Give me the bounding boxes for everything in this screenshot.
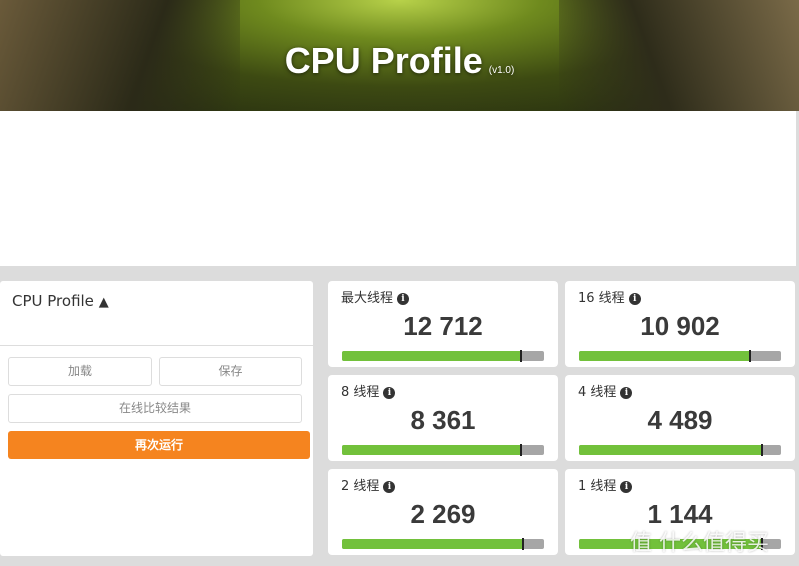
card-label-text: 16 线程 xyxy=(578,291,625,306)
header-banner: CPU Profile (v1.0) xyxy=(0,0,799,111)
score-card: 8 线程 i 8 361 xyxy=(328,375,558,461)
score-bar-fill xyxy=(579,445,761,455)
score-card: 4 线程 i 4 489 xyxy=(565,375,795,461)
score-bar xyxy=(579,444,781,456)
card-label: 1 线程 i xyxy=(578,475,633,494)
card-label-text: 1 线程 xyxy=(578,479,617,494)
score-bar-fill xyxy=(579,351,749,361)
score-card: 2 线程 i 2 269 xyxy=(328,469,558,555)
test-panel: CPU Profile ▲ 加载 保存 在线比较结果 再次运行 xyxy=(0,281,313,556)
run-again-button[interactable]: 再次运行 xyxy=(8,431,310,459)
card-label-text: 最大线程 xyxy=(341,291,394,306)
score-bar-fill xyxy=(342,445,520,455)
score-bar xyxy=(342,444,544,456)
save-button[interactable]: 保存 xyxy=(159,357,302,386)
info-icon[interactable]: i xyxy=(383,481,396,493)
score-bar-marker xyxy=(519,350,522,362)
score-bar-marker xyxy=(521,538,524,550)
compare-online-button[interactable]: 在线比较结果 xyxy=(8,394,302,423)
card-label: 2 线程 i xyxy=(341,475,396,494)
info-icon[interactable]: i xyxy=(383,387,396,399)
score-bar xyxy=(342,350,544,362)
card-label-text: 4 线程 xyxy=(578,385,617,400)
score-bar-fill xyxy=(342,539,522,549)
card-score: 10 902 xyxy=(640,311,720,341)
card-score: 8 361 xyxy=(410,405,476,435)
page-title: CPU Profile (v1.0) xyxy=(0,40,799,82)
info-icon[interactable]: i xyxy=(397,293,410,305)
card-label: 4 线程 i xyxy=(578,381,633,400)
score-bar-marker xyxy=(519,444,522,456)
info-icon[interactable]: i xyxy=(620,387,633,399)
score-bar-fill xyxy=(342,351,520,361)
info-icon[interactable]: i xyxy=(620,481,633,493)
load-button[interactable]: 加载 xyxy=(8,357,152,386)
card-score: 4 489 xyxy=(647,405,713,435)
score-card: 最大线程 i 12 712 xyxy=(328,281,558,367)
panel-title-text: CPU Profile xyxy=(12,292,94,310)
card-label: 最大线程 i xyxy=(341,287,410,306)
blank-area xyxy=(0,111,796,266)
title-text: CPU Profile xyxy=(284,40,483,81)
score-bar xyxy=(579,350,781,362)
card-score: 2 269 xyxy=(410,499,476,529)
card-label: 16 线程 i xyxy=(578,287,641,306)
divider xyxy=(0,345,313,346)
score-bar xyxy=(342,538,544,550)
score-bar-marker xyxy=(760,444,763,456)
card-label-text: 8 线程 xyxy=(341,385,380,400)
info-icon[interactable]: i xyxy=(628,293,641,305)
score-bar-marker xyxy=(748,350,751,362)
watermark-logo: 值 什么值得买 xyxy=(630,531,769,556)
card-score: 12 712 xyxy=(403,311,483,341)
warning-icon: ▲ xyxy=(98,295,109,310)
version-label: (v1.0) xyxy=(488,65,515,76)
score-card: 16 线程 i 10 902 xyxy=(565,281,795,367)
panel-title: CPU Profile ▲ xyxy=(12,292,109,310)
card-label: 8 线程 i xyxy=(341,381,396,400)
card-label-text: 2 线程 xyxy=(341,479,380,494)
